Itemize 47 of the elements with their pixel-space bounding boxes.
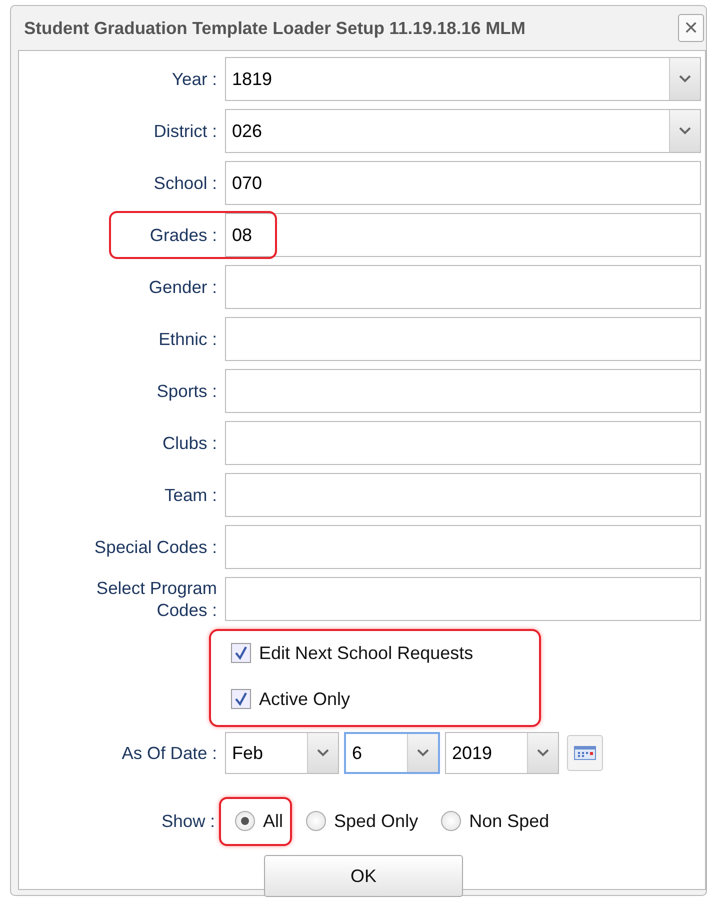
field-label: As Of Date : (120, 742, 218, 764)
field-label: Sports : (156, 380, 218, 402)
caret-icon (537, 749, 549, 757)
radio-label: Sped Only (334, 810, 418, 832)
dropdown-field[interactable]: 1819 (225, 57, 701, 101)
field-label: Clubs : (162, 432, 218, 454)
dropdown-field[interactable]: Feb (225, 732, 339, 774)
radio-label: Non Sped (469, 810, 550, 832)
caret-icon (679, 127, 691, 135)
checkbox[interactable] (231, 689, 251, 709)
input-field[interactable]: 070 (225, 161, 701, 205)
input-field[interactable] (225, 525, 701, 569)
input-field[interactable] (225, 265, 701, 309)
checkbox-label: Active Only (259, 688, 350, 710)
input-field[interactable] (225, 473, 701, 517)
field-label: Grades : (148, 224, 218, 246)
ok-button[interactable]: OK (264, 855, 463, 897)
radio-button[interactable] (306, 811, 326, 831)
checkbox[interactable] (231, 643, 251, 663)
caret-icon (417, 749, 429, 757)
radio-button[interactable] (235, 811, 255, 831)
caret-icon (317, 749, 329, 757)
input-field[interactable] (225, 317, 701, 361)
field-label: Special Codes : (93, 536, 218, 558)
dropdown-field[interactable]: 2019 (445, 732, 559, 774)
field-label: Gender : (148, 276, 218, 298)
input-field[interactable] (225, 577, 701, 621)
input-field[interactable] (225, 421, 701, 465)
checkbox-label: Edit Next School Requests (259, 642, 474, 664)
field-label: District : (152, 120, 218, 142)
dropdown-field[interactable]: 6 (344, 732, 440, 774)
input-field[interactable]: 08 (225, 213, 701, 257)
radio-label: All (263, 810, 284, 832)
field-label: Team : (163, 484, 218, 506)
caret-icon (679, 75, 691, 83)
field-label: School : (152, 172, 218, 194)
calendar-button[interactable] (567, 735, 603, 771)
field-label: Select Program Codes : (95, 577, 218, 621)
calendar-icon (574, 746, 596, 760)
radio-button[interactable] (441, 811, 462, 831)
field-label: Ethnic : (158, 328, 218, 350)
input-field[interactable] (225, 369, 701, 413)
window-title: Student Graduation Template Loader Setup 11.19.18.16 MLM (24, 18, 526, 38)
close-button[interactable]: ✕ (678, 14, 704, 42)
field-label: Show : (160, 810, 216, 832)
field-label: Year : (170, 68, 218, 90)
dropdown-field[interactable]: 026 (225, 109, 701, 153)
